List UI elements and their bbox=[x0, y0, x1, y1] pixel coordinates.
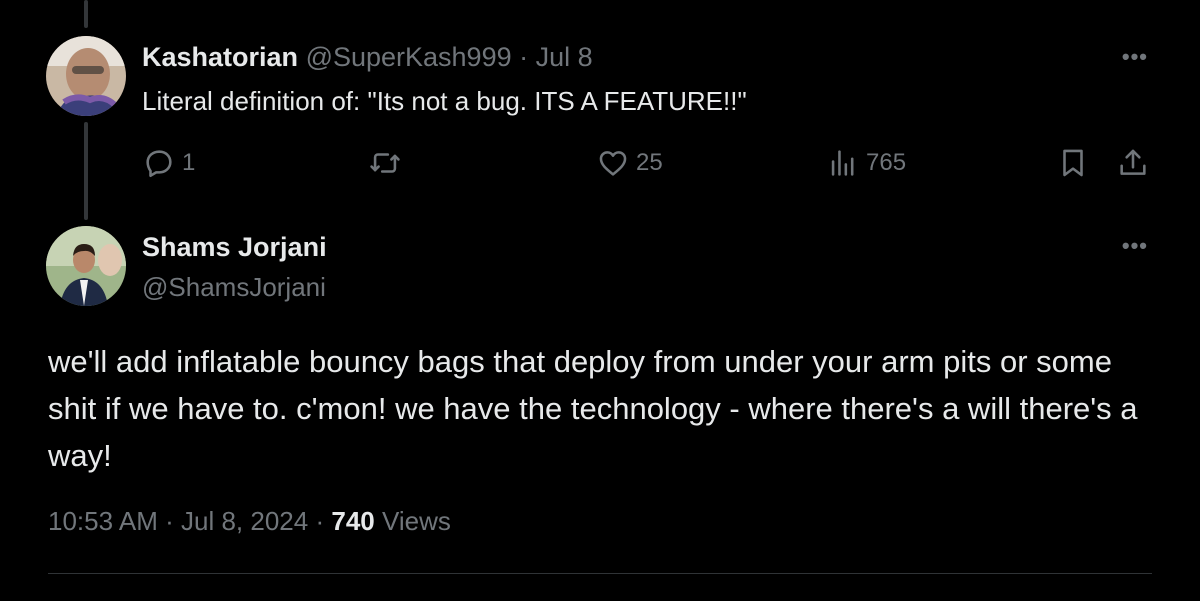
avatar[interactable] bbox=[46, 226, 126, 306]
tweet-date[interactable]: Jul 8 bbox=[536, 42, 593, 72]
thread-line-connector bbox=[84, 122, 88, 220]
tweet-actions: 1 25 765 bbox=[142, 146, 1152, 182]
views-label: Views bbox=[381, 506, 451, 536]
handle[interactable]: @ShamsJorjani bbox=[142, 272, 326, 303]
like-button[interactable]: 25 bbox=[596, 146, 663, 180]
views-button[interactable]: 765 bbox=[826, 146, 906, 180]
tweet2-text: we'll add inflatable bouncy bags that de… bbox=[48, 344, 1138, 473]
reply-icon bbox=[146, 150, 172, 178]
tweet-meta: 10:53 AM · Jul 8, 2024 · 740 Views bbox=[48, 506, 451, 537]
reply-count: 1 bbox=[182, 149, 196, 176]
bookmark-button[interactable] bbox=[1056, 146, 1090, 180]
reply-button[interactable]: 1 bbox=[142, 146, 195, 180]
avatar[interactable] bbox=[46, 36, 126, 116]
share-icon bbox=[1120, 149, 1146, 175]
share-button[interactable] bbox=[1116, 146, 1150, 180]
display-name[interactable]: Shams Jorjani bbox=[142, 232, 327, 263]
like-icon bbox=[599, 151, 627, 176]
display-name[interactable]: Kashatorian bbox=[142, 42, 298, 72]
divider bbox=[48, 573, 1152, 574]
like-count: 25 bbox=[636, 149, 663, 176]
retweet-button[interactable] bbox=[368, 146, 408, 180]
handle[interactable]: @SuperKash999 bbox=[306, 42, 512, 72]
views-icon bbox=[831, 150, 854, 176]
separator: · bbox=[165, 506, 174, 536]
tweet1-text: Literal definition of: "Its not a bug. I… bbox=[142, 86, 747, 116]
separator: · bbox=[315, 506, 325, 536]
more-icon[interactable]: ••• bbox=[1122, 233, 1148, 259]
views-count: 765 bbox=[866, 149, 907, 176]
tweet1-header: Kashatorian @SuperKash999 · Jul 8 bbox=[142, 42, 593, 73]
more-icon[interactable]: ••• bbox=[1122, 44, 1148, 70]
views-count: 740 bbox=[331, 506, 375, 536]
retweet-icon bbox=[370, 153, 400, 173]
separator: · bbox=[519, 42, 529, 72]
tweet-time[interactable]: 10:53 AM bbox=[48, 506, 158, 536]
thread-line-top bbox=[84, 0, 88, 28]
bookmark-icon bbox=[1063, 149, 1083, 177]
tweet-date[interactable]: Jul 8, 2024 bbox=[181, 506, 308, 536]
